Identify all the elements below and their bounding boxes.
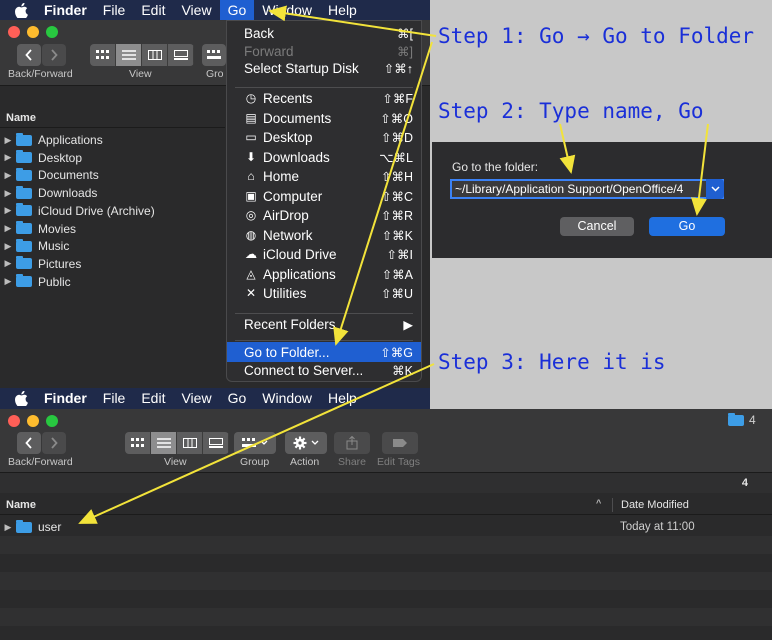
arrow-step2-go	[691, 123, 709, 216]
arrow-step2-path	[559, 123, 576, 174]
arrow-step3-result	[78, 363, 435, 524]
arrow-step1-go-to-folder	[333, 41, 433, 346]
annotation-arrows	[78, 5, 709, 524]
arrow-step1-go-menu	[268, 5, 437, 37]
